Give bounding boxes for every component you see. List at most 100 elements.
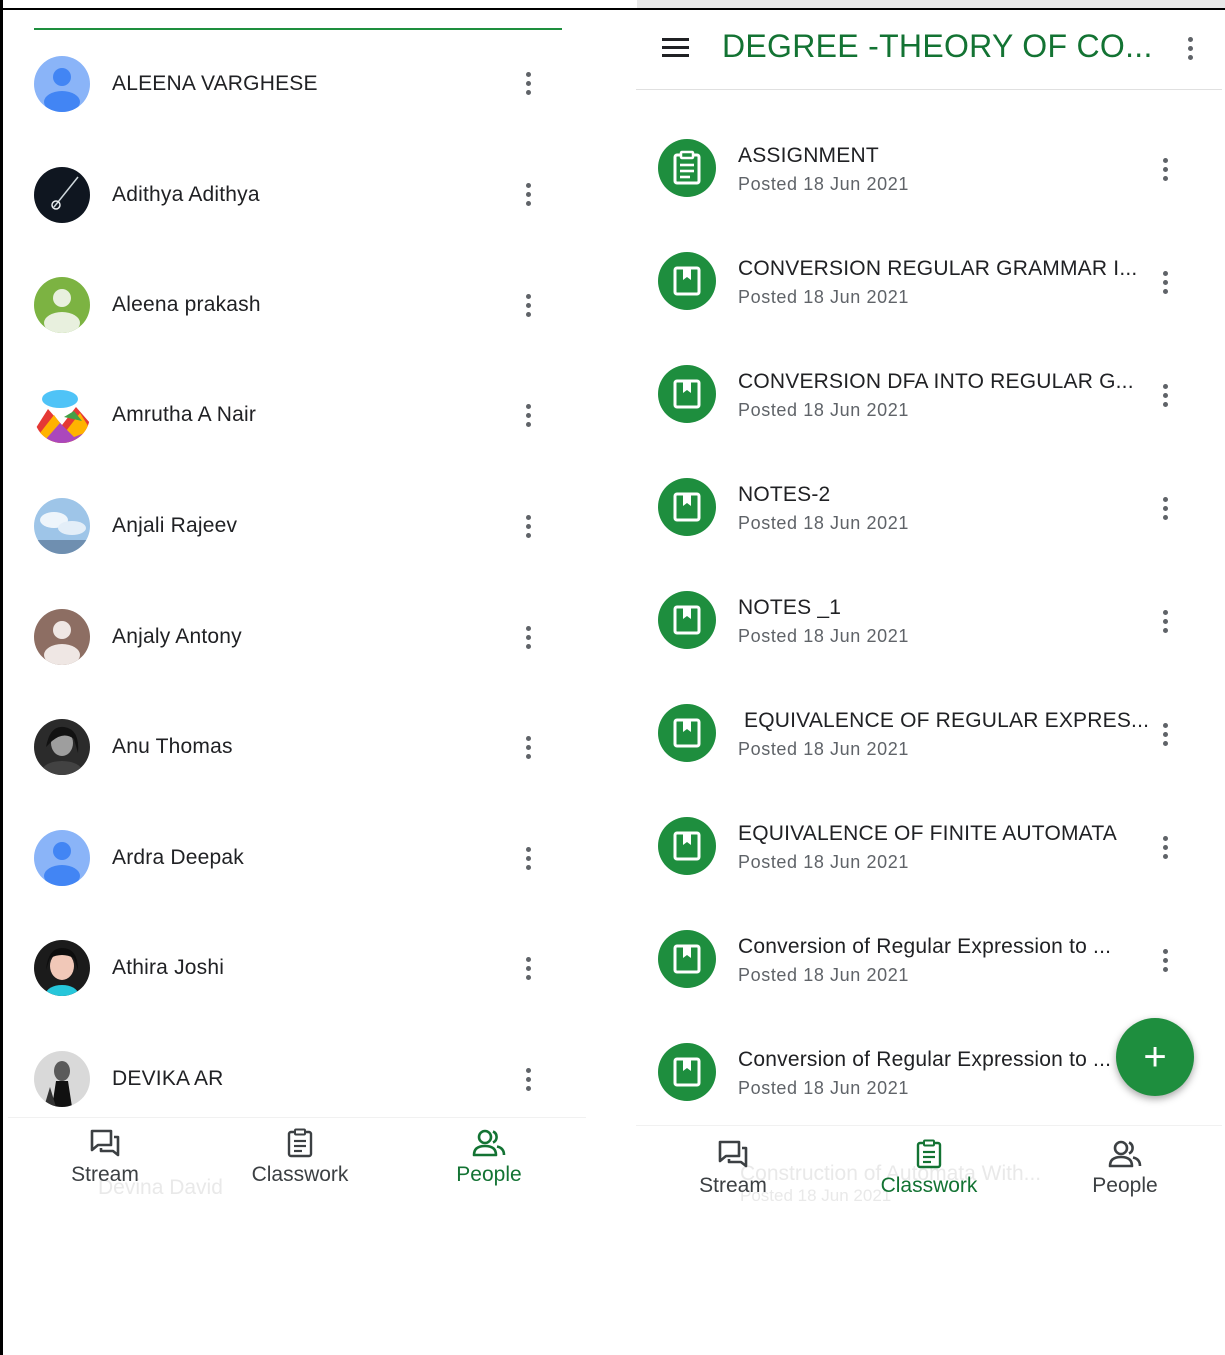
menu-icon[interactable] <box>662 38 690 58</box>
member-name: Athira Joshi <box>112 956 225 979</box>
more-vert-icon[interactable] <box>516 291 540 321</box>
item-title: NOTES-2 <box>738 483 831 506</box>
list-item[interactable]: Anu Thomas <box>8 693 586 803</box>
list-item[interactable]: Athira Joshi <box>8 914 586 1024</box>
more-vert-icon[interactable] <box>516 1065 540 1095</box>
item-title: EQUIVALENCE OF FINITE AUTOMATA <box>738 822 1117 845</box>
material-icon <box>658 365 716 423</box>
material-icon <box>658 930 716 988</box>
top-border <box>3 0 1225 10</box>
add-button[interactable]: + <box>1116 1018 1194 1096</box>
more-vert-icon[interactable] <box>516 954 540 984</box>
stream-icon <box>718 1140 748 1168</box>
material-icon <box>658 704 716 762</box>
more-vert-icon[interactable] <box>1153 946 1177 976</box>
list-item[interactable]: Aleena prakash <box>8 250 586 360</box>
list-item[interactable]: ALEENA VARGHESE <box>8 28 586 138</box>
classwork-item[interactable]: Conversion of Regular Expression to ... … <box>636 903 1222 1016</box>
classwork-item[interactable]: NOTES _1 Posted 18 Jun 2021 <box>636 564 1222 677</box>
nav-people[interactable]: People <box>444 1128 534 1187</box>
avatar <box>34 830 90 886</box>
nav-label: Classwork <box>880 1174 978 1197</box>
more-vert-icon[interactable] <box>1153 607 1177 637</box>
classwork-item[interactable]: CONVERSION REGULAR GRAMMAR I... Posted 1… <box>636 225 1222 338</box>
people-icon <box>472 1129 506 1157</box>
app-bar: DEGREE -THEORY OF CO... <box>636 12 1222 90</box>
classwork-item[interactable]: ASSIGNMENT Posted 18 Jun 2021 <box>636 112 1222 225</box>
member-name: Anu Thomas <box>112 735 233 758</box>
item-posted-date: Posted 18 Jun 2021 <box>738 174 909 194</box>
nav-label: People <box>456 1163 522 1186</box>
more-vert-icon[interactable] <box>516 844 540 874</box>
more-vert-icon[interactable] <box>1153 494 1177 524</box>
more-vert-icon[interactable] <box>1153 720 1177 750</box>
item-posted-date: Posted 18 Jun 2021 <box>738 287 909 307</box>
more-vert-icon[interactable] <box>516 733 540 763</box>
material-icon <box>658 591 716 649</box>
member-name: Anjaly Antony <box>112 625 242 648</box>
item-title: NOTES _1 <box>738 596 842 619</box>
add-icon: + <box>1143 1035 1167 1079</box>
nav-stream[interactable]: Stream <box>60 1128 150 1187</box>
classwork-item[interactable]: EQUIVALENCE OF FINITE AUTOMATA Posted 18… <box>636 790 1222 903</box>
item-title: CONVERSION DFA INTO REGULAR G... <box>738 370 1134 393</box>
list-item[interactable]: Amrutha A Nair <box>8 361 586 471</box>
member-name: Aleena prakash <box>112 293 261 316</box>
nav-classwork[interactable]: Classwork <box>868 1139 990 1198</box>
stream-icon <box>90 1129 120 1157</box>
material-icon <box>658 1043 716 1101</box>
classwork-item[interactable]: NOTES-2 Posted 18 Jun 2021 <box>636 451 1222 564</box>
nav-label: People <box>1092 1174 1158 1197</box>
item-posted-date: Posted 18 Jun 2021 <box>738 739 909 759</box>
more-vert-icon[interactable] <box>1153 155 1177 185</box>
material-icon <box>658 817 716 875</box>
nav-classwork[interactable]: Classwork <box>240 1128 360 1187</box>
avatar <box>34 719 90 775</box>
avatar <box>34 387 90 443</box>
list-item[interactable]: Adithya Adithya <box>8 139 586 249</box>
classwork-screen: DEGREE -THEORY OF CO... ASSIGNMENT Poste… <box>636 12 1225 1207</box>
more-vert-icon[interactable] <box>516 401 540 431</box>
item-posted-date: Posted 18 Jun 2021 <box>738 513 909 533</box>
classwork-icon <box>287 1128 313 1158</box>
assignment-icon <box>658 139 716 197</box>
more-vert-icon[interactable] <box>1178 34 1202 64</box>
more-vert-icon[interactable] <box>516 623 540 653</box>
item-title: CONVERSION REGULAR GRAMMAR I... <box>738 257 1138 280</box>
item-posted-date: Posted 18 Jun 2021 <box>738 852 909 872</box>
list-item[interactable]: Anjaly Antony <box>8 582 586 692</box>
nav-people[interactable]: People <box>1078 1139 1172 1198</box>
item-posted-date: Posted 18 Jun 2021 <box>738 626 909 646</box>
avatar <box>34 56 90 112</box>
member-name: Anjali Rajeev <box>112 514 238 537</box>
list-item[interactable]: Ardra Deepak <box>8 803 586 913</box>
item-title: ASSIGNMENT <box>738 144 879 167</box>
more-vert-icon[interactable] <box>516 69 540 99</box>
member-name: DEVIKA AR <box>112 1067 224 1090</box>
avatar <box>34 277 90 333</box>
classwork-item[interactable]: CONVERSION DFA INTO REGULAR G... Posted … <box>636 338 1222 451</box>
avatar <box>34 167 90 223</box>
list-item[interactable]: Anjali Rajeev <box>8 471 586 581</box>
item-posted-date: Posted 18 Jun 2021 <box>738 1078 909 1098</box>
more-vert-icon[interactable] <box>1153 268 1177 298</box>
item-title: Conversion of Regular Expression to ... <box>738 935 1112 958</box>
people-screen: ALEENA VARGHESE Adithya Adithya Aleena p… <box>8 12 586 1199</box>
avatar <box>34 609 90 665</box>
member-name: Adithya Adithya <box>112 183 260 206</box>
classwork-item[interactable]: EQUIVALENCE OF REGULAR EXPRES... Posted … <box>636 677 1222 790</box>
page-title: DEGREE -THEORY OF CO... <box>722 28 1153 64</box>
nav-stream[interactable]: Stream <box>688 1139 778 1198</box>
more-vert-icon[interactable] <box>516 180 540 210</box>
bottom-navigation: Devina David Stream Classwork People <box>8 1117 586 1199</box>
item-title: Conversion of Regular Expression to ... <box>738 1048 1112 1071</box>
more-vert-icon[interactable] <box>516 512 540 542</box>
avatar <box>34 940 90 996</box>
member-name: Ardra Deepak <box>112 846 244 869</box>
item-title: EQUIVALENCE OF REGULAR EXPRES... <box>738 709 1150 732</box>
nav-label: Stream <box>71 1163 139 1186</box>
more-vert-icon[interactable] <box>1153 833 1177 863</box>
more-vert-icon[interactable] <box>1153 381 1177 411</box>
item-posted-date: Posted 18 Jun 2021 <box>738 965 909 985</box>
member-name: Amrutha A Nair <box>112 403 257 426</box>
